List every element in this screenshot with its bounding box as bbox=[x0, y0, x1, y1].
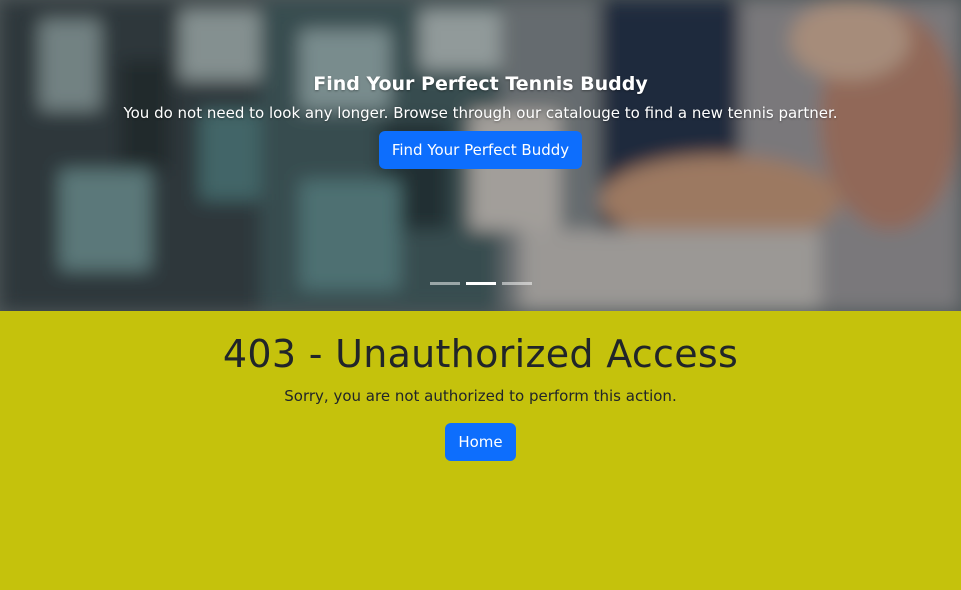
error-message: Sorry, you are not authorized to perform… bbox=[284, 387, 677, 405]
error-section: 403 - Unauthorized Access Sorry, you are… bbox=[0, 311, 961, 590]
carousel-indicators bbox=[0, 282, 961, 285]
slide-title: Find Your Perfect Tennis Buddy bbox=[313, 73, 648, 95]
slide-text: You do not need to look any longer. Brow… bbox=[123, 104, 838, 122]
hero-carousel: Find Your Perfect Tennis Buddy You do no… bbox=[0, 0, 961, 311]
carousel-caption: Find Your Perfect Tennis Buddy You do no… bbox=[0, 72, 961, 169]
carousel-indicator-1[interactable] bbox=[429, 282, 460, 285]
carousel-indicator-3[interactable] bbox=[501, 282, 532, 285]
error-title: 403 - Unauthorized Access bbox=[222, 332, 739, 376]
home-button[interactable]: Home bbox=[445, 423, 516, 461]
find-buddy-button[interactable]: Find Your Perfect Buddy bbox=[378, 131, 583, 169]
carousel-indicator-2[interactable] bbox=[465, 282, 496, 285]
